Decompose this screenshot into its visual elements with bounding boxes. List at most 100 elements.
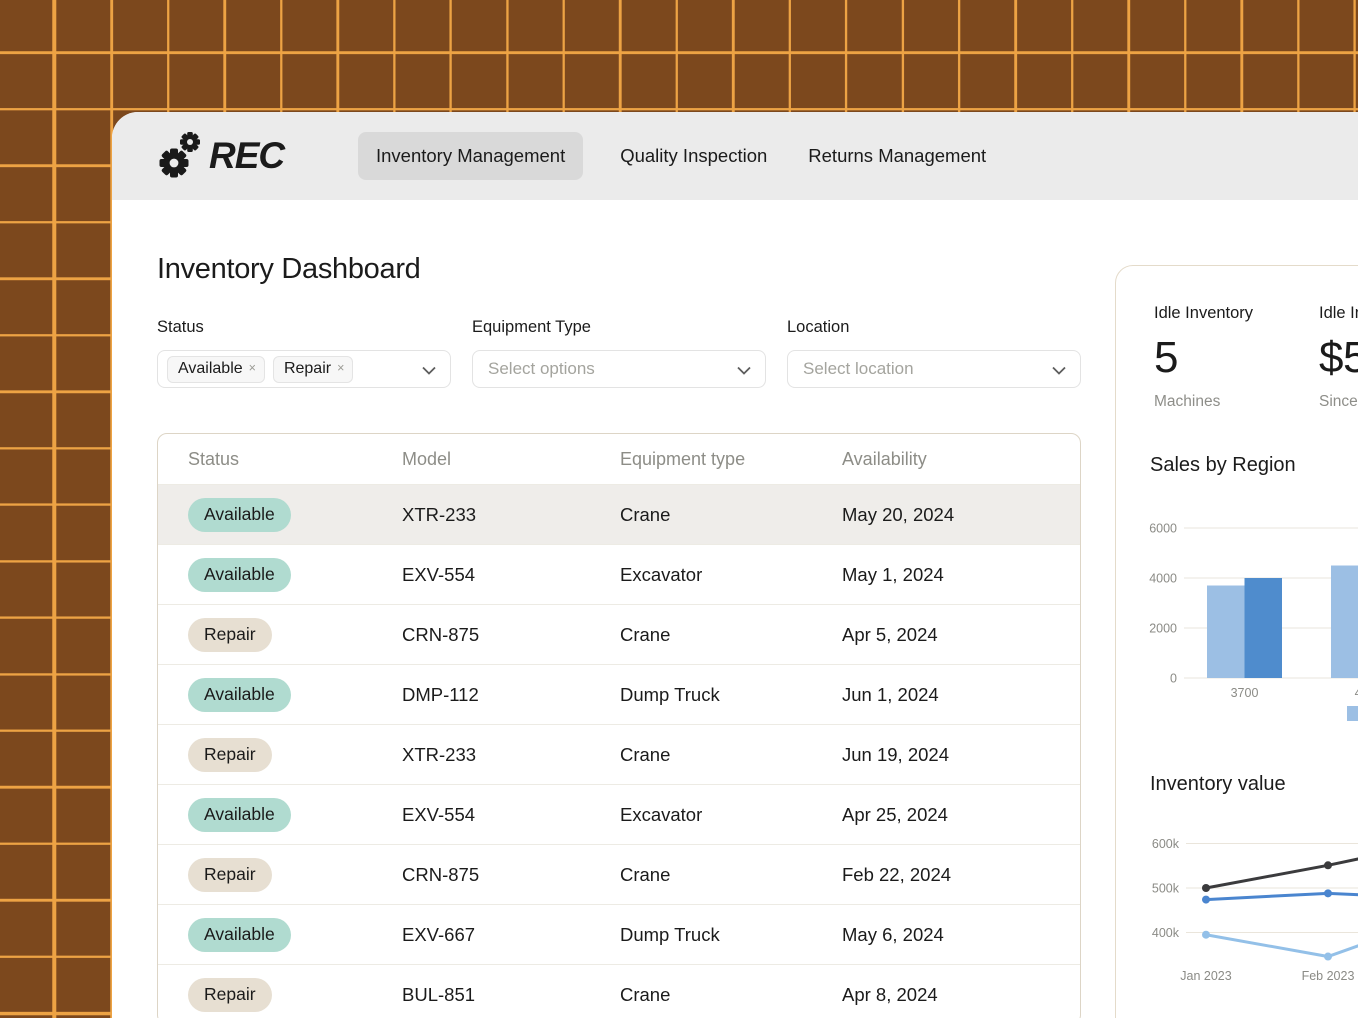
desktop-background: { "header": { "logo_text": "REC", "nav":…	[0, 0, 1358, 1018]
svg-text:3700: 3700	[1231, 686, 1259, 700]
column-header-equipment-type: Equipment type	[620, 449, 842, 470]
svg-text:Feb 2023: Feb 2023	[1302, 969, 1355, 983]
status-badge: Repair	[188, 858, 272, 892]
status-badge: Repair	[188, 618, 272, 652]
filter-status: Status Available × Repair ×	[157, 318, 451, 388]
status-select[interactable]: Available × Repair ×	[157, 350, 451, 388]
status-chip-list: Available × Repair ×	[167, 356, 353, 383]
side-panel: Idle Inventory 5 Machines Idle Inventory…	[1115, 265, 1358, 1018]
table-row[interactable]: AvailableEXV-554ExcavatorMay 1, 2024	[158, 544, 1080, 604]
table-row[interactable]: AvailableEXV-667Dump TruckMay 6, 2024	[158, 904, 1080, 964]
line-chart-title: Inventory value	[1150, 773, 1286, 796]
logo-text: REC	[209, 135, 290, 177]
column-header-model: Model	[402, 449, 620, 470]
table-row[interactable]: AvailableEXV-554ExcavatorApr 25, 2024	[158, 784, 1080, 844]
status-badge: Available	[188, 558, 291, 592]
cell-availability: Jun 19, 2024	[842, 744, 1080, 766]
equipment-type-placeholder: Select options	[482, 359, 595, 379]
remove-chip-icon[interactable]: ×	[337, 360, 344, 378]
idle-inventory-metric: Idle Inventory 5 Machines	[1154, 304, 1253, 411]
remove-chip-icon[interactable]: ×	[249, 360, 256, 378]
filter-status-label: Status	[157, 318, 451, 337]
cell-model: BUL-851	[402, 984, 620, 1006]
main-nav: Inventory Management Quality Inspection …	[358, 112, 990, 200]
cell-availability: Apr 25, 2024	[842, 804, 1080, 826]
metric-value: $5	[1319, 333, 1358, 383]
status-badge: Available	[188, 918, 291, 952]
app-logo[interactable]: REC	[157, 131, 290, 181]
table-row[interactable]: Repair CRN-875CraneApr 5, 2024	[158, 604, 1080, 664]
cell-equipment-type: Excavator	[620, 804, 842, 826]
svg-text:400k: 400k	[1152, 926, 1180, 940]
cell-model: XTR-233	[402, 504, 620, 526]
table-row[interactable]: Available XTR-233CraneMay 20, 2024	[158, 484, 1080, 544]
table-row[interactable]: Repair BUL-851CraneApr 8, 2024	[158, 964, 1080, 1018]
status-badge: Available	[188, 678, 291, 712]
location-placeholder: Select location	[797, 359, 914, 379]
nav-inventory-management[interactable]: Inventory Management	[358, 132, 583, 180]
svg-text:4000: 4000	[1149, 572, 1177, 586]
cell-equipment-type: Dump Truck	[620, 684, 842, 706]
metric-value: 5	[1154, 333, 1253, 383]
status-badge: Repair	[188, 978, 272, 1012]
status-badge: Available	[188, 498, 291, 532]
chevron-down-icon	[737, 366, 751, 375]
cell-model: DMP-112	[402, 684, 620, 706]
cell-availability: Apr 8, 2024	[842, 984, 1080, 1006]
column-header-status: Status	[188, 449, 402, 470]
filter-chip-label: Available	[178, 360, 243, 378]
nav-returns-management[interactable]: Returns Management	[804, 132, 990, 180]
cell-availability: Apr 5, 2024	[842, 624, 1080, 646]
cell-availability: Feb 22, 2024	[842, 864, 1080, 886]
inventory-value-chart: 400k 500k 600k Jan 2023 Feb 2023	[1116, 806, 1358, 1001]
cell-model: XTR-233	[402, 744, 620, 766]
metric-caption: Since	[1319, 393, 1358, 411]
svg-text:4500: 4500	[1355, 686, 1358, 700]
svg-text:6000: 6000	[1149, 522, 1177, 536]
cell-equipment-type: Dump Truck	[620, 924, 842, 946]
cell-equipment-type: Crane	[620, 864, 842, 886]
svg-text:500k: 500k	[1152, 882, 1180, 896]
filter-equipment-type-label: Equipment Type	[472, 318, 766, 337]
cell-equipment-type: Crane	[620, 984, 842, 1006]
table-row[interactable]: AvailableDMP-112Dump TruckJun 1, 2024	[158, 664, 1080, 724]
table-body: AvailableXTR-233CraneMay 20, 2024Availab…	[158, 484, 1080, 1018]
cell-availability: May 1, 2024	[842, 564, 1080, 586]
inventory-table: Status Model Equipment type Availability…	[157, 433, 1081, 1018]
filter-location-label: Location	[787, 318, 1081, 337]
cell-model: CRN-875	[402, 624, 620, 646]
metric-caption: Machines	[1154, 393, 1253, 411]
svg-text:Jan 2023: Jan 2023	[1180, 969, 1231, 983]
filter-equipment-type: Equipment Type Select options	[472, 318, 766, 388]
column-header-availability: Availability	[842, 449, 1080, 470]
app-header: REC Inventory Management Quality Inspect…	[112, 112, 1358, 200]
filter-chip-label: Repair	[284, 360, 331, 378]
location-select[interactable]: Select location	[787, 350, 1081, 388]
bar-chart-title: Sales by Region	[1150, 454, 1296, 477]
chevron-down-icon	[1052, 366, 1066, 375]
cell-equipment-type: Crane	[620, 504, 842, 526]
table-row[interactable]: Repair CRN-875CraneFeb 22, 2024	[158, 844, 1080, 904]
svg-text:0: 0	[1170, 672, 1177, 686]
filter-chip: Available ×	[167, 356, 265, 383]
cell-equipment-type: Crane	[620, 624, 842, 646]
cell-equipment-type: Crane	[620, 744, 842, 766]
chevron-down-icon	[422, 366, 436, 375]
cell-availability: May 20, 2024	[842, 504, 1080, 526]
sales-by-region-chart: 0 2000 4000 6000 3700 4500	[1116, 516, 1358, 741]
filter-chip: Repair ×	[273, 356, 353, 383]
cell-equipment-type: Excavator	[620, 564, 842, 586]
svg-text:600k: 600k	[1152, 837, 1180, 851]
table-row[interactable]: Repair XTR-233CraneJun 19, 2024	[158, 724, 1080, 784]
equipment-type-select[interactable]: Select options	[472, 350, 766, 388]
svg-text:2000: 2000	[1149, 622, 1177, 636]
cell-model: CRN-875	[402, 864, 620, 886]
metric-label: Idle Inventory	[1154, 304, 1253, 323]
status-badge: Repair	[188, 738, 272, 772]
idle-inventory-value-metric: Idle Inventory $5 Since	[1319, 304, 1358, 411]
cell-model: EXV-667	[402, 924, 620, 946]
nav-quality-inspection[interactable]: Quality Inspection	[616, 132, 771, 180]
gears-icon	[157, 131, 203, 181]
status-badge: Available	[188, 798, 291, 832]
filter-bar: Status Available × Repair × Equipment Type …	[157, 318, 1081, 388]
